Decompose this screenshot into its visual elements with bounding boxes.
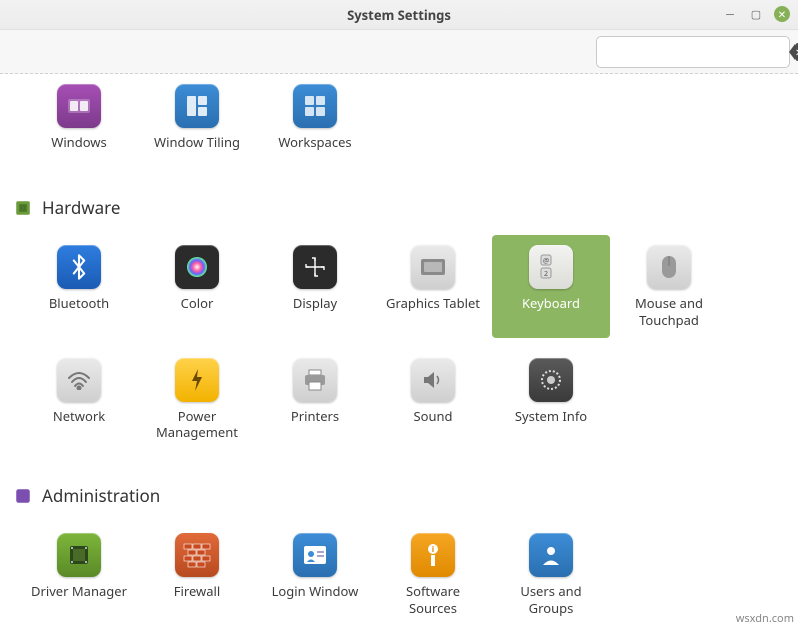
item-printers[interactable]: Printers — [256, 348, 374, 451]
printers-icon — [293, 358, 337, 402]
item-display[interactable]: Display — [256, 235, 374, 338]
item-login-window[interactable]: Login Window — [256, 523, 374, 626]
titlebar: System Settings ─ ▢ ✕ — [0, 0, 798, 30]
graphics-tablet-icon — [411, 245, 455, 289]
label: Mouse and Touchpad — [619, 295, 719, 328]
item-color[interactable]: Color — [138, 235, 256, 338]
item-sound[interactable]: Sound — [374, 348, 492, 451]
item-graphics-tablet[interactable]: Graphics Tablet — [374, 235, 492, 338]
item-users-groups[interactable]: Users and Groups — [492, 523, 610, 626]
window-tiling-icon — [175, 84, 219, 128]
power-icon — [175, 358, 219, 402]
workspaces-icon — [293, 84, 337, 128]
label: Workspaces — [278, 134, 351, 150]
section-title: Hardware — [42, 196, 120, 219]
item-driver-manager[interactable]: Driver Manager — [20, 523, 138, 626]
network-icon — [57, 358, 101, 402]
label: Driver Manager — [31, 583, 127, 599]
system-info-icon — [529, 358, 573, 402]
hardware-grid: Bluetooth Color Display Graphics Tablet … — [10, 227, 788, 458]
label: Sound — [413, 408, 452, 424]
mouse-icon — [647, 245, 691, 289]
sound-icon — [411, 358, 455, 402]
item-firewall[interactable]: Firewall — [138, 523, 256, 626]
close-button[interactable]: ✕ — [774, 6, 790, 22]
item-keyboard[interactable]: @2 Keyboard — [492, 235, 610, 338]
preferences-row-partial: Windows Window Tiling Workspaces — [10, 74, 788, 170]
label: Software Sources — [383, 583, 483, 616]
svg-text:@: @ — [543, 257, 549, 266]
firewall-icon — [175, 533, 219, 577]
section-title: Administration — [42, 484, 160, 507]
section-administration-header: Administration — [10, 458, 788, 515]
label: Power Management — [147, 408, 247, 441]
search-box[interactable]: ✕ — [596, 36, 790, 68]
login-window-icon — [293, 533, 337, 577]
label: Window Tiling — [154, 134, 240, 150]
content-area: Windows Window Tiling Workspaces Hardwar… — [0, 74, 798, 628]
display-icon — [293, 245, 337, 289]
administration-grid: Driver Manager Firewall Login Window i S… — [10, 515, 788, 628]
window-title: System Settings — [347, 6, 451, 24]
item-windows[interactable]: Windows — [20, 74, 138, 160]
section-hardware-header: Hardware — [10, 170, 788, 227]
windows-icon — [57, 84, 101, 128]
label: Graphics Tablet — [386, 295, 480, 311]
label: Network — [53, 408, 105, 424]
toolbar: ✕ — [0, 30, 798, 74]
item-workspaces[interactable]: Workspaces — [256, 74, 374, 160]
svg-text:2: 2 — [544, 270, 548, 279]
bluetooth-icon — [57, 245, 101, 289]
maximize-button[interactable]: ▢ — [748, 6, 764, 22]
color-icon — [175, 245, 219, 289]
watermark: wsxdn.com — [736, 611, 794, 626]
label: Display — [293, 295, 337, 311]
item-power-management[interactable]: Power Management — [138, 348, 256, 451]
label: Users and Groups — [501, 583, 601, 616]
item-bluetooth[interactable]: Bluetooth — [20, 235, 138, 338]
label: Keyboard — [522, 295, 580, 311]
label: Printers — [291, 408, 339, 424]
software-sources-icon: i — [411, 533, 455, 577]
search-input[interactable] — [609, 43, 789, 60]
svg-text:i: i — [432, 544, 434, 555]
window-controls: ─ ▢ ✕ — [722, 6, 790, 22]
item-mouse-touchpad[interactable]: Mouse and Touchpad — [610, 235, 728, 338]
item-software-sources[interactable]: i Software Sources — [374, 523, 492, 626]
item-system-info[interactable]: System Info — [492, 348, 610, 451]
label: System Info — [515, 408, 587, 424]
label: Login Window — [272, 583, 359, 599]
hardware-icon — [14, 199, 32, 217]
users-groups-icon — [529, 533, 573, 577]
label: Windows — [51, 134, 107, 150]
item-window-tiling[interactable]: Window Tiling — [138, 74, 256, 160]
administration-icon — [14, 487, 32, 505]
label: Firewall — [174, 583, 221, 599]
label: Bluetooth — [49, 295, 109, 311]
keyboard-icon: @2 — [529, 245, 573, 289]
driver-manager-icon — [57, 533, 101, 577]
label: Color — [181, 295, 214, 311]
minimize-button[interactable]: ─ — [722, 6, 738, 22]
item-network[interactable]: Network — [20, 348, 138, 451]
